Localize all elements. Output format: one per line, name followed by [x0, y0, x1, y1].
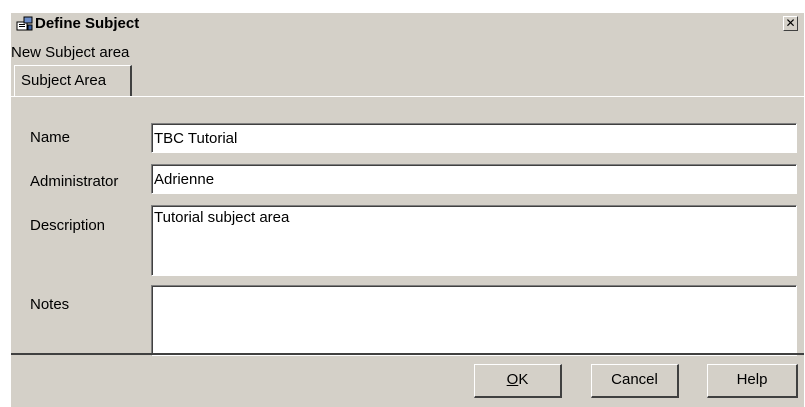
- tab-subject-area[interactable]: Subject Area: [14, 65, 132, 97]
- cancel-button[interactable]: Cancel: [591, 364, 679, 398]
- define-subject-dialog: Define Subject ✕ New Subject area Subjec…: [10, 12, 804, 407]
- description-label: Description: [30, 217, 106, 234]
- window-title: Define Subject: [35, 15, 140, 32]
- button-separator: [11, 353, 804, 355]
- notes-label: Notes: [30, 296, 70, 313]
- tab-label: Subject Area: [21, 72, 107, 89]
- name-field[interactable]: [151, 123, 797, 153]
- ok-label: K: [518, 371, 529, 388]
- notes-field[interactable]: [151, 285, 797, 356]
- title-bar[interactable]: Define Subject ✕: [11, 13, 804, 35]
- help-button[interactable]: Help: [707, 364, 798, 398]
- ok-mnemonic: O: [506, 371, 519, 388]
- define-subject-icon: [16, 16, 33, 31]
- subject-area-panel: Name Administrator Description Tutorial …: [11, 96, 804, 356]
- dialog-subtitle: New Subject area: [11, 44, 130, 61]
- administrator-label: Administrator: [30, 173, 119, 190]
- close-button[interactable]: ✕: [783, 16, 798, 31]
- close-icon: ✕: [785, 16, 796, 30]
- administrator-field[interactable]: [151, 164, 797, 194]
- ok-button[interactable]: OK: [474, 364, 562, 398]
- description-field[interactable]: Tutorial subject area: [151, 205, 797, 276]
- help-label: Help: [736, 371, 768, 388]
- cancel-label: Cancel: [611, 371, 658, 388]
- name-label: Name: [30, 129, 71, 146]
